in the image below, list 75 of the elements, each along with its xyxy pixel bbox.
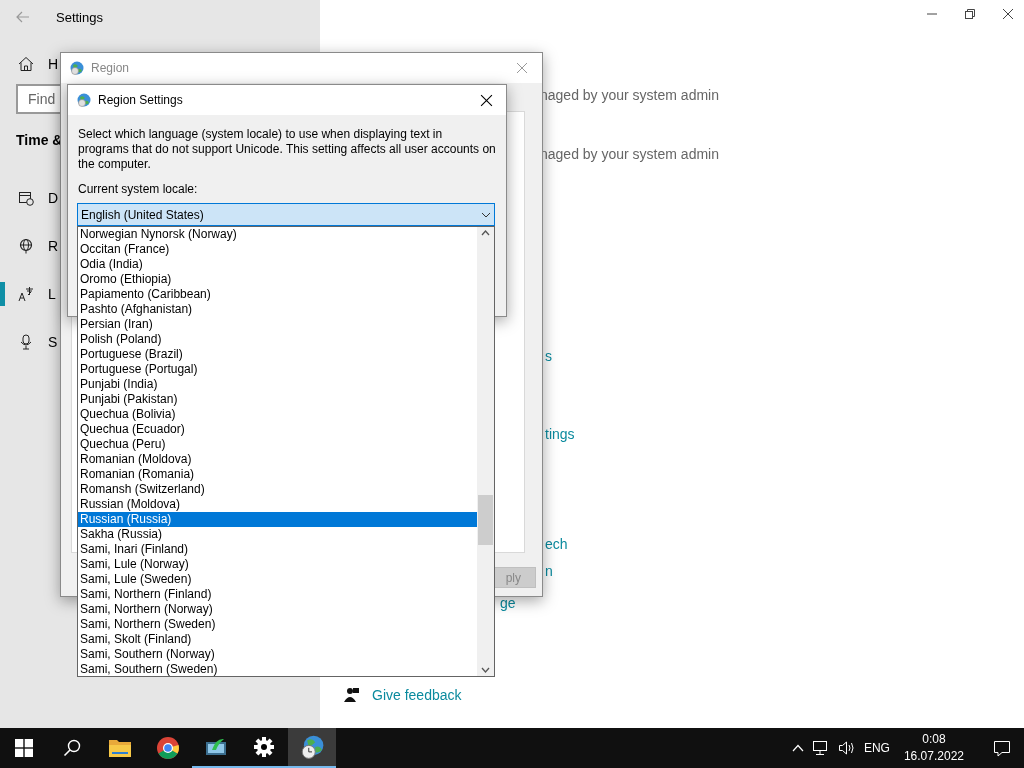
link[interactable]: ge (500, 594, 1024, 612)
feedback-link[interactable]: Give feedback (372, 686, 462, 704)
list-option[interactable]: Russian (Moldova) (78, 497, 477, 512)
list-option[interactable]: Norwegian Nynorsk (Norway) (78, 227, 477, 242)
notification-icon[interactable] (993, 739, 1011, 757)
scroll-down-icon[interactable] (481, 667, 490, 673)
link[interactable]: tings (545, 425, 1024, 443)
clock[interactable]: 0:08 16.07.2022 (903, 731, 964, 765)
list-option[interactable]: Polish (Poland) (78, 332, 477, 347)
list-option[interactable]: Portuguese (Portugal) (78, 362, 477, 377)
list-option[interactable]: Sami, Skolt (Finland) (78, 632, 477, 647)
chevron-down-icon (481, 211, 491, 218)
list-option[interactable]: Quechua (Ecuador) (78, 422, 477, 437)
folder-icon[interactable] (108, 737, 132, 759)
link[interactable]: n (545, 562, 1024, 580)
volume-icon[interactable] (837, 740, 856, 756)
scroll-up-icon[interactable] (481, 230, 490, 236)
monitor-icon[interactable] (204, 736, 228, 758)
list-option[interactable]: Punjabi (Pakistan) (78, 392, 477, 407)
dialog-title: Region Settings (98, 93, 183, 107)
globe-clock-icon[interactable] (299, 734, 325, 760)
home-icon (18, 56, 34, 72)
list-option[interactable]: Oromo (Ethiopia) (78, 272, 477, 287)
dialog-title: Region (91, 61, 130, 75)
list-option[interactable]: Sami, Northern (Finland) (78, 587, 477, 602)
microphone-icon (18, 334, 34, 350)
field-label: Current system locale: (78, 182, 199, 196)
taskbar-button[interactable] (288, 728, 336, 768)
nav-item[interactable]: L (48, 286, 56, 302)
globe-icon (76, 92, 92, 108)
scrollbar[interactable] (477, 227, 494, 676)
nav-item[interactable]: D (48, 190, 59, 206)
list-option[interactable]: Sami, Northern (Norway) (78, 602, 477, 617)
nav-item[interactable]: S (48, 334, 58, 350)
locale-dropdown[interactable]: English (United States) (77, 203, 495, 226)
list-option[interactable]: Portuguese (Brazil) (78, 347, 477, 362)
description: Select which language (system locale) to use when displaying text in programs that do not support Unicode. This setting affects all user accounts on the computer. (78, 127, 496, 172)
list-option[interactable]: Sami, Southern (Sweden) (78, 662, 477, 677)
nav-item[interactable]: H (48, 56, 59, 72)
chrome-icon[interactable] (156, 736, 180, 760)
network-icon[interactable] (811, 740, 830, 756)
chevron-up-icon[interactable] (791, 744, 804, 752)
list-option[interactable]: Quechua (Peru) (78, 437, 477, 452)
list-option[interactable]: Sami, Inari (Finland) (78, 542, 477, 557)
start-icon[interactable] (15, 739, 33, 757)
list-option[interactable]: Sami, Southern (Norway) (78, 647, 477, 662)
scroll-thumb[interactable] (478, 495, 493, 545)
link[interactable]: ech (545, 535, 1024, 553)
list-option[interactable]: Romanian (Moldova) (78, 452, 477, 467)
feedback-icon (344, 687, 360, 703)
close-icon[interactable] (479, 93, 493, 107)
list-option[interactable]: Persian (Iran) (78, 317, 477, 332)
list-option[interactable]: Sakha (Russia) (78, 527, 477, 542)
language-icon (18, 286, 34, 302)
list-option[interactable]: Romansh (Switzerland) (78, 482, 477, 497)
globe-icon (18, 238, 34, 254)
list-option[interactable]: Occitan (France) (78, 242, 477, 257)
calendar-icon (18, 190, 34, 206)
close-icon[interactable] (1002, 8, 1014, 20)
list-option[interactable]: Sami, Northern (Sweden) (78, 617, 477, 632)
globe-icon (69, 60, 85, 76)
link[interactable]: s (545, 347, 1024, 365)
language-indicator[interactable]: ENG (863, 741, 890, 755)
gear-icon[interactable] (253, 736, 275, 758)
nav-item[interactable]: R (48, 238, 59, 254)
list-option[interactable]: Papiamento (Caribbean) (78, 287, 477, 302)
restore-icon[interactable] (964, 8, 976, 20)
list-option[interactable]: Quechua (Bolivia) (78, 407, 477, 422)
search-icon[interactable] (63, 739, 81, 757)
window-title: Settings (56, 9, 103, 25)
list-option[interactable]: Romanian (Romania) (78, 467, 477, 482)
list-option[interactable]: Punjabi (India) (78, 377, 477, 392)
list-option[interactable]: Pashto (Afghanistan) (78, 302, 477, 317)
list-option[interactable]: Russian (Russia) (78, 512, 477, 527)
list-option[interactable]: Odia (India) (78, 257, 477, 272)
